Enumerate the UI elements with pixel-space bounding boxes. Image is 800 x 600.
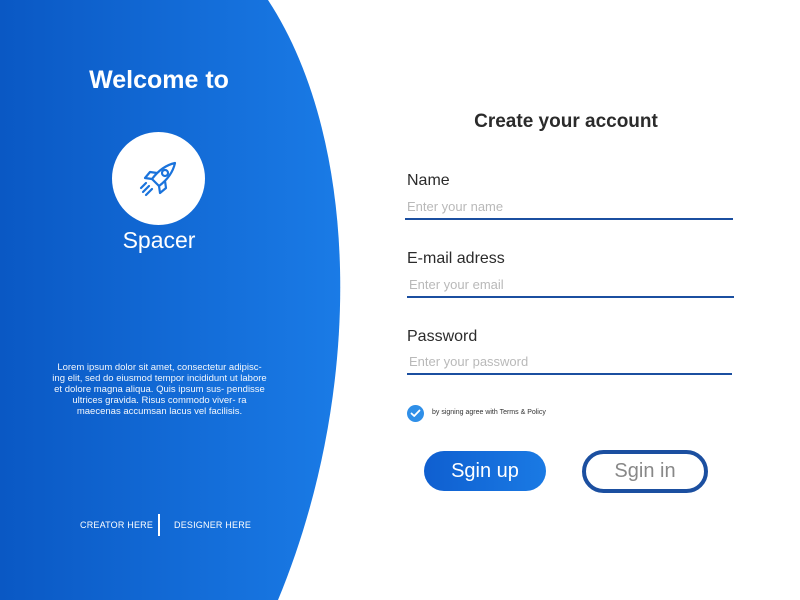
password-field[interactable] <box>407 351 732 375</box>
name-label: Name <box>407 172 450 189</box>
creator-credit[interactable]: CREATOR HERE <box>80 520 153 530</box>
terms-checkbox[interactable] <box>407 405 424 422</box>
credit-divider <box>158 514 160 536</box>
email-field[interactable] <box>407 274 734 298</box>
form-title: Create your account <box>474 111 658 132</box>
password-label: Password <box>407 328 478 345</box>
app-logo <box>112 132 205 225</box>
designer-credit[interactable]: DESIGNER HERE <box>174 520 251 530</box>
credits-bar: CREATOR HERE DESIGNER HERE <box>0 514 318 536</box>
app-name: Spacer <box>122 227 196 253</box>
terms-label[interactable]: by signing agree with Terms & Policy <box>432 409 546 416</box>
welcome-heading: Welcome to <box>89 66 229 94</box>
email-label: E-mail adress <box>407 250 505 267</box>
rocket-icon <box>139 161 176 196</box>
sign-in-button[interactable]: Sgin in <box>582 450 708 493</box>
checkmark-icon <box>410 409 421 417</box>
sign-up-button[interactable]: Sgin up <box>424 451 546 491</box>
brand-description: Lorem ipsum dolor sit amet, consectetur … <box>52 362 267 417</box>
name-field[interactable] <box>405 196 733 220</box>
